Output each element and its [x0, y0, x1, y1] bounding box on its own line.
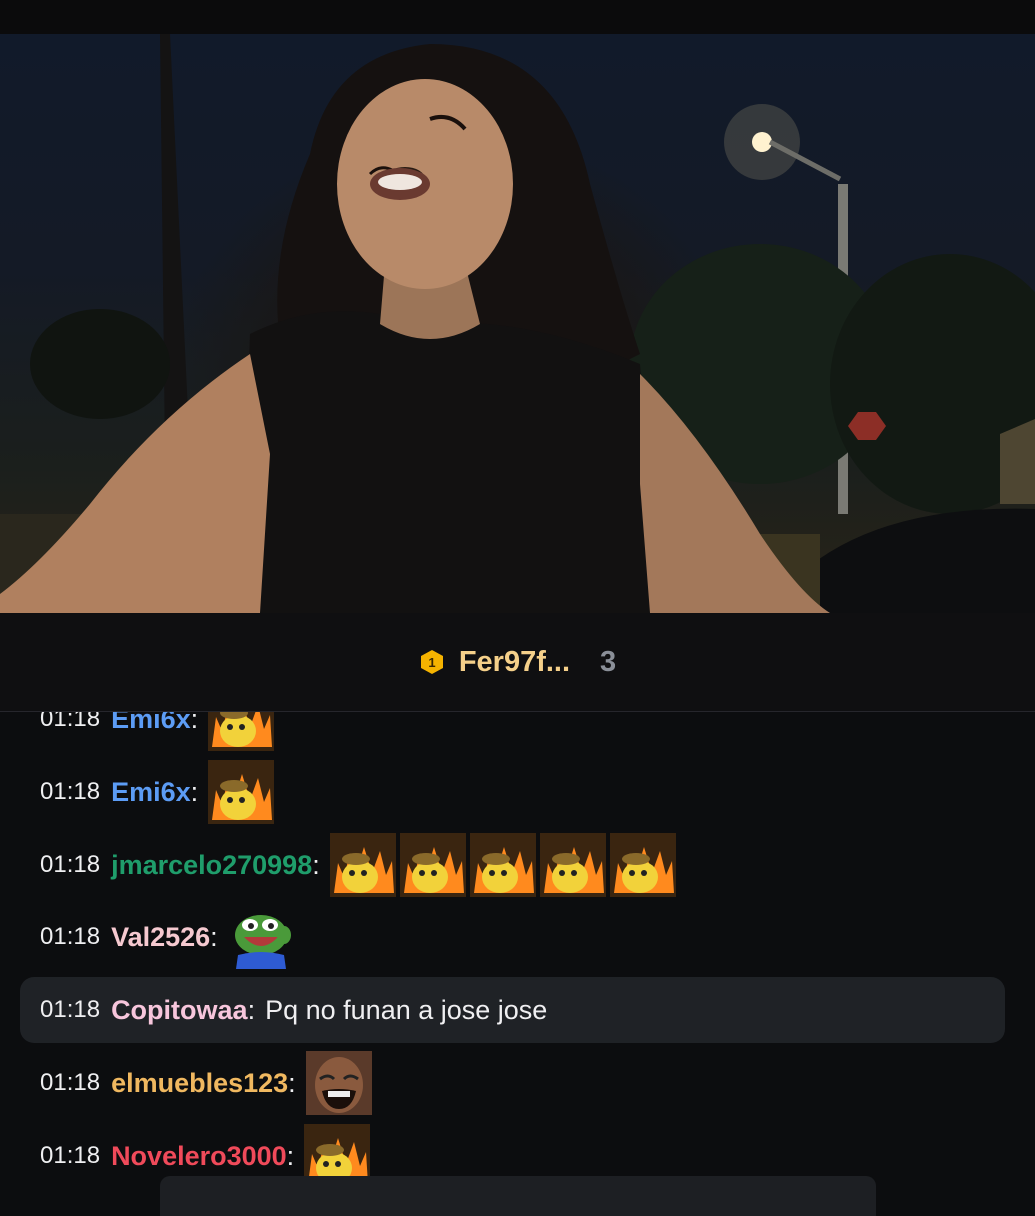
chat-panel[interactable]: 01:18 Emi6x : 01:18 Emi6x : 01:18 jmarce…	[0, 712, 1035, 1200]
message-time: 01:18	[40, 996, 101, 1023]
message-time: 01:18	[40, 923, 101, 950]
chat-input-bar[interactable]	[160, 1176, 876, 1216]
message-username[interactable]: Emi6x	[111, 777, 191, 808]
rank-1-coin-icon: 1	[420, 650, 443, 674]
chat-message: 01:18 elmuebles123 :	[20, 1050, 1005, 1116]
this-is-fine-emote	[539, 833, 606, 897]
message-username[interactable]: jmarcelo270998	[111, 850, 312, 881]
chat-message-highlighted: 01:18 Copitowaa : Pq no funan a jose jos…	[20, 977, 1005, 1043]
message-username[interactable]: Copitowaa	[111, 995, 248, 1026]
gift-leaderboard-bar[interactable]: 1 Fer97f... 3	[0, 613, 1035, 712]
chat-message: 01:18 jmarcelo270998 :	[20, 832, 1005, 898]
message-username[interactable]: Novelero3000	[111, 1141, 287, 1172]
video-player[interactable]	[0, 34, 1035, 613]
this-is-fine-emote	[208, 760, 275, 824]
video-frame	[0, 34, 1035, 613]
message-username[interactable]: Emi6x	[111, 712, 191, 735]
leaderboard-top-user[interactable]: Fer97f...	[459, 646, 570, 679]
chat-message: 01:18 Emi6x :	[20, 759, 1005, 825]
message-time: 01:18	[40, 778, 101, 805]
this-is-fine-emote	[609, 833, 676, 897]
this-is-fine-emote	[208, 712, 275, 751]
laughing-man-emote	[305, 1051, 372, 1115]
message-username[interactable]: elmuebles123	[111, 1068, 288, 1099]
message-time: 01:18	[40, 851, 101, 878]
leaderboard-count: 3	[600, 645, 617, 678]
message-time: 01:18	[40, 1069, 101, 1096]
top-bar	[0, 0, 1035, 34]
chat-message: 01:18 Emi6x :	[20, 712, 1005, 752]
this-is-fine-emote	[399, 833, 466, 897]
svg-text:1: 1	[428, 655, 435, 670]
chat-message: 01:18 Val2526 :	[20, 904, 1005, 970]
message-time: 01:18	[40, 1142, 101, 1169]
this-is-fine-emote	[469, 833, 536, 897]
message-time: 01:18	[40, 712, 101, 732]
pepe-laugh-emote	[234, 915, 291, 969]
this-is-fine-emote	[329, 833, 396, 897]
message-text: Pq no funan a jose jose	[265, 994, 548, 1025]
message-username[interactable]: Val2526	[111, 922, 210, 953]
